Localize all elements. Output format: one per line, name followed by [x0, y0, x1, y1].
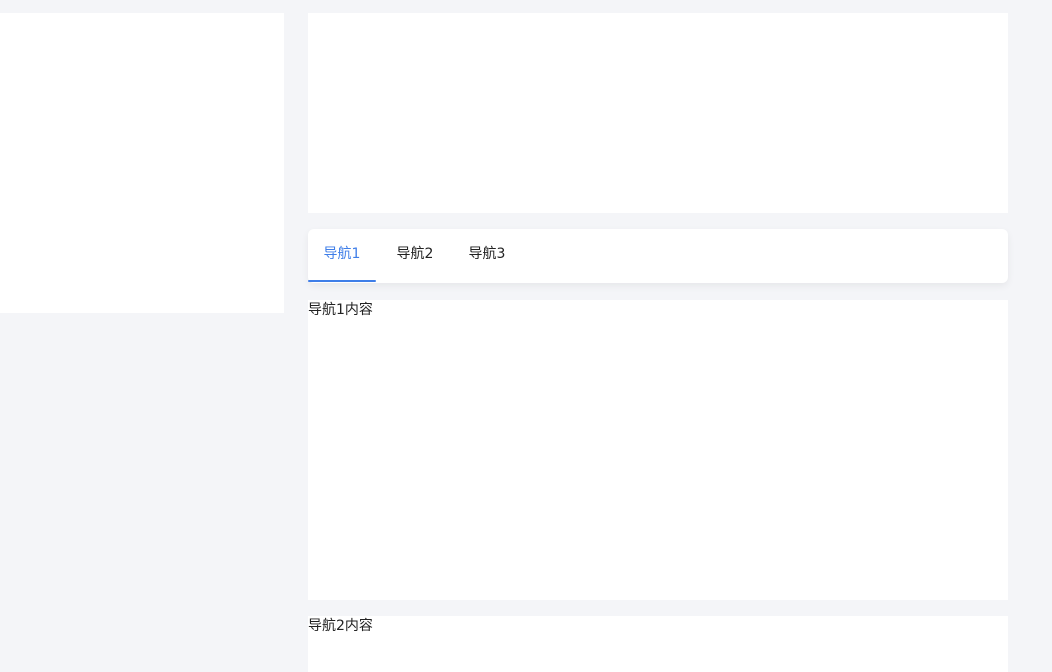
left-panel [0, 13, 284, 313]
tab-nav-2-label: 导航2 [396, 246, 434, 262]
nav-1-content-text: 导航1内容 [308, 302, 373, 318]
page: 导航1 导航2 导航3 导航1内容 导航2内容 [0, 0, 1052, 672]
nav-2-content-text: 导航2内容 [308, 618, 373, 634]
tab-nav-2[interactable]: 导航2 [383, 229, 447, 283]
tab-nav-1[interactable]: 导航1 [308, 229, 376, 283]
tab-bar: 导航1 导航2 导航3 [308, 229, 1008, 283]
nav-2-content-section: 导航2内容 [308, 616, 1008, 672]
nav-1-content-section: 导航1内容 [308, 300, 1008, 600]
tab-nav-3-label: 导航3 [468, 246, 506, 262]
top-panel [308, 13, 1008, 213]
tab-nav-1-label: 导航1 [323, 246, 361, 262]
tab-nav-3[interactable]: 导航3 [455, 229, 519, 283]
